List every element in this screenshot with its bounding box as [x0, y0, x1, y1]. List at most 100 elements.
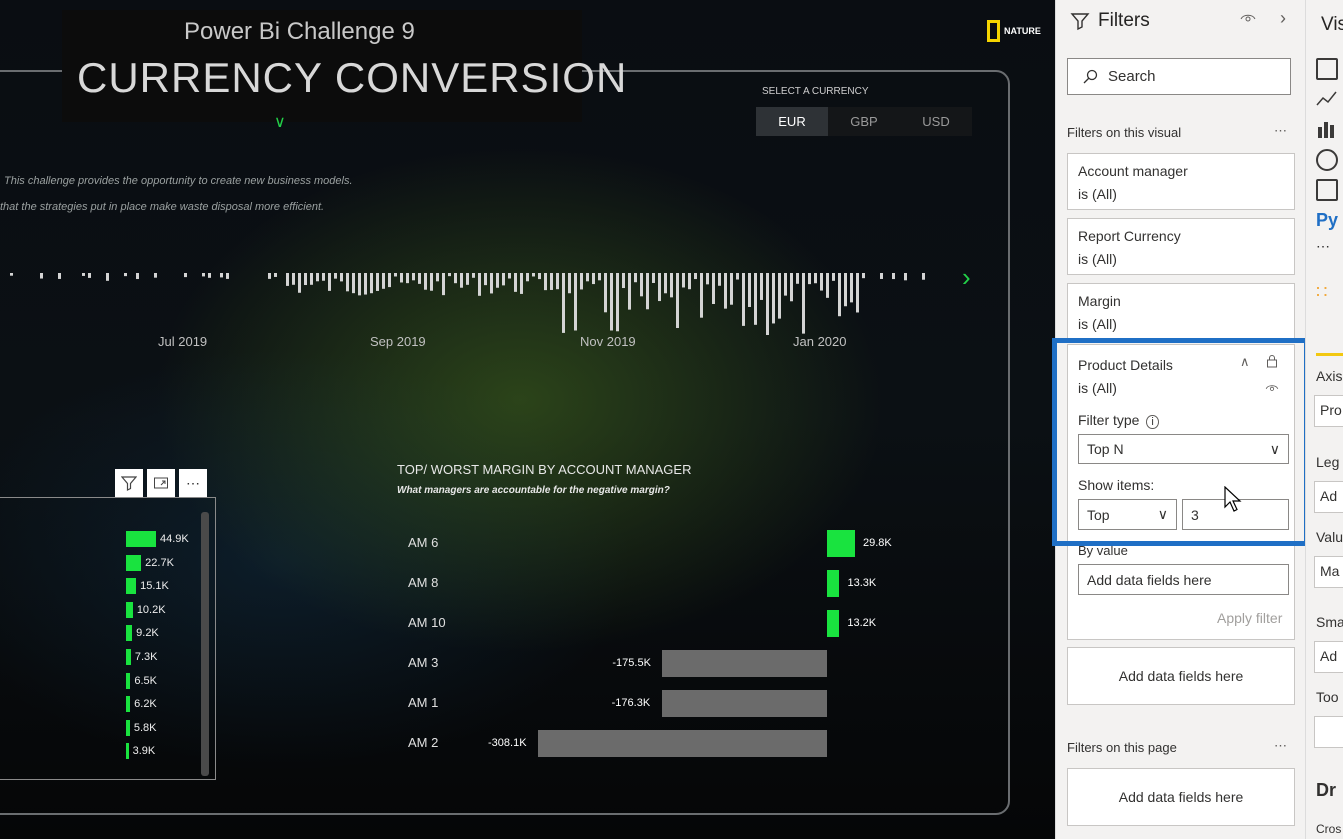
left-bar-row: 5.8K [126, 719, 157, 737]
tooltips-field-well[interactable] [1314, 716, 1343, 748]
timeline-tick [310, 273, 313, 285]
margin-bar-label: 29.8K [863, 537, 892, 549]
legend-label: Leg [1316, 454, 1340, 470]
filters-header: Filters [1070, 10, 1150, 32]
margin-bar[interactable] [662, 650, 827, 677]
timeline-tick [202, 273, 205, 277]
focus-mode-icon[interactable] [147, 469, 175, 497]
left-bar-label: 7.3K [134, 651, 158, 663]
timeline-tick [316, 273, 319, 282]
filter-card-report-currency[interactable]: Report Currency is (All) [1067, 218, 1295, 275]
left-bar [126, 625, 133, 642]
timeline-tick [346, 273, 349, 292]
collapse-pane-icon[interactable]: › [1280, 8, 1286, 29]
timeline-tick [892, 273, 895, 280]
left-bar [126, 554, 142, 571]
eye-icon[interactable] [1240, 12, 1256, 27]
margin-bar[interactable] [538, 730, 827, 757]
currency-eur-button[interactable]: EUR [756, 107, 828, 136]
add-visual-fields-well[interactable]: Add data fields here [1067, 647, 1295, 705]
by-value-field-well[interactable]: Add data fields here [1078, 564, 1289, 595]
timeline-tick [598, 273, 601, 281]
axis-field-well[interactable]: Pro [1314, 395, 1343, 427]
globe-map-icon[interactable] [1316, 149, 1338, 171]
timeline-tick [862, 273, 865, 279]
timeline-tick [652, 273, 655, 283]
timeline-tick [154, 273, 157, 278]
timeline-tick [460, 273, 463, 288]
timeline-tick [400, 273, 403, 283]
timeline-tick [340, 273, 343, 282]
margin-bar[interactable] [827, 610, 840, 637]
more-options-icon[interactable]: ⋯ [1274, 123, 1287, 139]
timeline-tick [622, 273, 625, 289]
margin-bar[interactable] [661, 690, 827, 717]
chevron-right-icon[interactable]: › [962, 262, 971, 293]
timeline-tick [466, 273, 469, 285]
timeline-chart[interactable] [0, 255, 960, 335]
timeline-tick [730, 273, 733, 305]
logo-frame-icon [987, 20, 1000, 42]
category-label: AM 10 [408, 615, 446, 630]
timeline-tick [304, 273, 307, 286]
timeline-tick [370, 273, 373, 294]
filter-card-account-manager[interactable]: Account manager is (All) [1067, 153, 1295, 210]
small-multiples-label: Sma [1316, 614, 1343, 630]
timeline-tick [490, 273, 493, 294]
timeline-tick [376, 273, 379, 291]
drill-through-label: Dr [1316, 780, 1337, 800]
timeline-tick [646, 273, 649, 310]
left-bar [126, 672, 131, 689]
more-options-icon[interactable]: ⋯ [179, 469, 207, 497]
description-line-1: This challenge provides the opportunity … [4, 175, 353, 187]
report-canvas: Power Bi Challenge 9 CURRENCY CONVERSION… [0, 0, 1055, 839]
currency-gbp-button[interactable]: GBP [828, 107, 900, 136]
small-multiples-field-well[interactable]: Ad [1314, 641, 1343, 673]
table-visual-icon[interactable] [1316, 58, 1338, 80]
search-input[interactable]: Search [1067, 58, 1291, 95]
timeline-tick [352, 273, 355, 294]
add-page-fields-well[interactable]: Add data fields here [1067, 768, 1295, 826]
fields-tab-icon[interactable] [1316, 326, 1343, 356]
margin-bar[interactable] [827, 570, 840, 597]
left-bar-label: 22.7K [145, 556, 174, 569]
currency-usd-button[interactable]: USD [900, 107, 972, 136]
category-label: AM 3 [408, 655, 439, 670]
legend-field-well[interactable]: Ad [1314, 481, 1343, 513]
timeline-tick [838, 273, 841, 317]
margin-bar-label: -308.1K [488, 737, 527, 749]
report-subtitle: Power Bi Challenge 9 [184, 18, 415, 45]
text-box-icon[interactable] [1316, 179, 1338, 201]
chevron-down-icon[interactable]: ∨ [274, 112, 286, 132]
python-visual-label[interactable]: Py [1316, 210, 1338, 231]
filter-icon[interactable] [115, 469, 143, 497]
values-field-well[interactable]: Ma [1314, 556, 1343, 588]
timeline-date: Jul 2019 [158, 334, 208, 349]
apply-filter-button[interactable]: Apply filter [1217, 610, 1282, 626]
chart-title: TOP/ WORST MARGIN BY ACCOUNT MANAGER [397, 462, 692, 477]
timeline-tick [418, 273, 421, 284]
more-visuals-icon[interactable]: ⋯ [1316, 238, 1330, 255]
timeline-tick [136, 273, 139, 280]
timeline-tick [328, 273, 331, 291]
column-chart-icon[interactable] [1316, 119, 1338, 141]
timeline-tick [496, 273, 499, 288]
timeline-tick [514, 273, 517, 292]
left-bar [126, 531, 156, 547]
line-chart-icon[interactable] [1316, 89, 1338, 111]
timeline-tick [760, 273, 763, 300]
timeline-tick [718, 273, 721, 286]
filter-card-margin[interactable]: Margin is (All) [1067, 283, 1295, 340]
timeline-tick [796, 273, 799, 284]
timeline-tick [688, 273, 691, 290]
timeline-date: Nov 2019 [580, 334, 636, 349]
scrollbar[interactable] [201, 512, 209, 776]
format-icon[interactable]: ∷ [1316, 282, 1327, 303]
timeline-tick [562, 273, 565, 333]
timeline-tick [640, 273, 643, 297]
visualizations-title: Vis [1321, 14, 1343, 35]
timeline-tick [532, 273, 535, 277]
more-options-icon[interactable]: ⋯ [1274, 738, 1287, 754]
timeline-tick [208, 273, 211, 278]
margin-bar[interactable] [827, 530, 855, 557]
